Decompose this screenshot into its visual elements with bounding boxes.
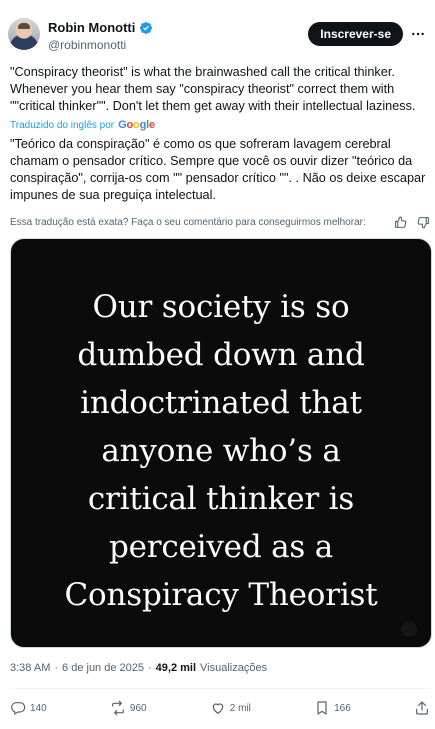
share-icon: [416, 701, 428, 715]
tweet-translation: "Teórico da conspiração" é como os que s…: [10, 137, 426, 202]
reply-count: 140: [30, 702, 47, 714]
tweet-header: Robin Monotti @robinmonotti Inscrever-se: [8, 18, 427, 58]
quote-line: anyone who’s a: [101, 433, 341, 469]
author-handle[interactable]: @robinmonotti: [48, 38, 126, 52]
reply-button[interactable]: 140: [10, 700, 47, 716]
reply-icon: [11, 702, 26, 715]
google-logo: Google: [118, 119, 155, 131]
like-icon: [212, 703, 224, 714]
author-display-name[interactable]: Robin Monotti: [48, 20, 135, 35]
bookmark-button[interactable]: 166: [314, 700, 351, 716]
repost-count: 960: [129, 702, 147, 714]
author-name-row[interactable]: Robin Monotti: [48, 20, 153, 35]
like-count: 2 mil: [229, 702, 251, 714]
tweet-text: "Conspiracy theorist" is what the brainw…: [10, 65, 416, 113]
feedback-question: Essa tradução está exata? Faça o seu com…: [10, 216, 366, 228]
more-options-icon[interactable]: [409, 26, 427, 42]
translation-attribution[interactable]: Traduzido do inglês por Google: [10, 119, 155, 131]
image-quote-text: Our society is so dumbed down and indoct…: [11, 283, 431, 619]
quote-line: indoctrinated that: [80, 385, 362, 421]
tweet-meta: 3:38 AM · 6 de jun de 2025 · 49,2 mil Vi…: [10, 662, 267, 674]
quote-line: Conspiracy Theorist: [64, 577, 378, 613]
tweet-date[interactable]: 6 de jun de 2025: [62, 662, 144, 674]
like-button[interactable]: 2 mil: [210, 700, 251, 716]
translated-by-label[interactable]: Traduzido do inglês por: [10, 120, 114, 131]
tweet-image[interactable]: Our society is so dumbed down and indoct…: [10, 238, 432, 648]
subscribe-button[interactable]: Inscrever-se: [308, 22, 403, 46]
thumbs-up-icon[interactable]: [394, 216, 407, 229]
quote-line: dumbed down and: [77, 337, 365, 373]
translation-feedback: Essa tradução está exata? Faça o seu com…: [10, 214, 430, 230]
share-button[interactable]: [414, 700, 430, 716]
avatar[interactable]: [8, 18, 40, 50]
repost-icon: [111, 700, 124, 716]
meta-separator: ·: [148, 662, 152, 674]
tweet-time[interactable]: 3:38 AM: [10, 662, 50, 674]
action-bar: 140 960 2 mil 166: [10, 698, 430, 718]
quote-line: Our society is so: [92, 289, 350, 325]
views-count: 49,2 mil: [155, 662, 197, 674]
bookmark-icon: [317, 701, 327, 715]
repost-button[interactable]: 960: [110, 700, 147, 716]
thumbs-down-icon[interactable]: [417, 216, 430, 229]
divider: [10, 688, 431, 689]
meta-separator: ·: [54, 662, 59, 674]
verified-badge-icon: [140, 21, 153, 34]
quote-line: perceived as a: [108, 529, 334, 565]
bookmark-count: 166: [334, 702, 351, 714]
views-label: Visualizações: [200, 662, 268, 674]
quote-line: critical thinker is: [87, 481, 355, 517]
watermark-icon: [401, 621, 417, 637]
